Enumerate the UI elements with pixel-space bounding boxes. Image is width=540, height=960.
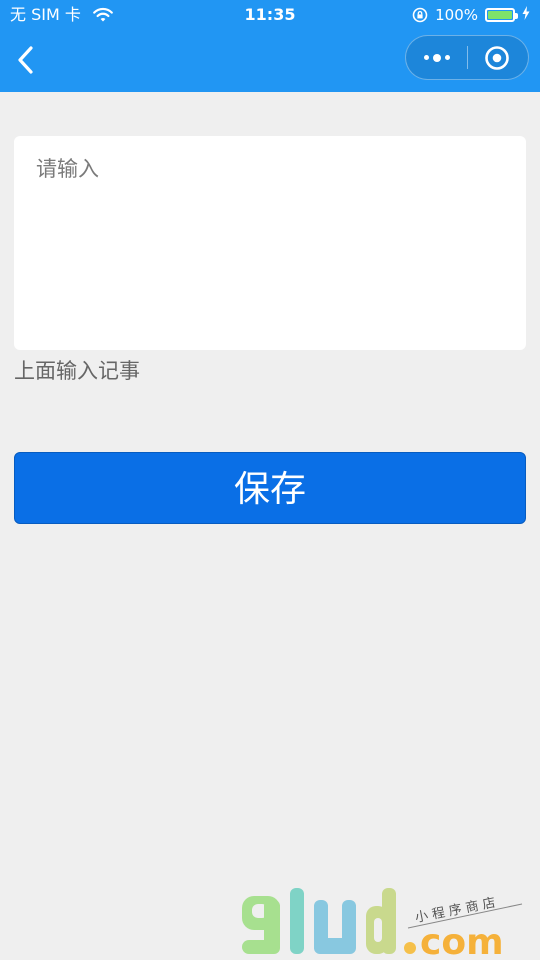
more-button[interactable] — [406, 36, 468, 79]
note-card — [14, 136, 526, 350]
status-right: 100% — [412, 4, 530, 26]
note-input[interactable] — [14, 136, 526, 350]
battery-fill — [488, 11, 512, 19]
svg-text:com: com — [420, 922, 504, 960]
battery-percent: 100% — [435, 6, 478, 24]
chevron-left-icon — [18, 46, 33, 74]
more-dots-icon — [422, 53, 452, 62]
back-button[interactable] — [8, 40, 44, 80]
close-button[interactable] — [466, 36, 528, 79]
charging-icon — [522, 6, 530, 24]
status-bar: 无 SIM 卡 11:35 100% — [0, 0, 540, 30]
target-circle-icon — [485, 45, 509, 70]
battery-icon — [485, 8, 518, 22]
capsule-menu — [405, 35, 529, 80]
svg-text:小 程 序 商 店: 小 程 序 商 店 — [414, 896, 497, 926]
save-button[interactable]: 保存 — [14, 452, 526, 524]
note-hint: 上面输入记事 — [14, 359, 140, 383]
top-bar: 无 SIM 卡 11:35 100% — [0, 0, 540, 92]
nav-bar — [0, 30, 540, 92]
watermark-logo: com 小 程 序 商 店 — [240, 882, 540, 960]
orientation-lock-icon — [412, 7, 428, 23]
